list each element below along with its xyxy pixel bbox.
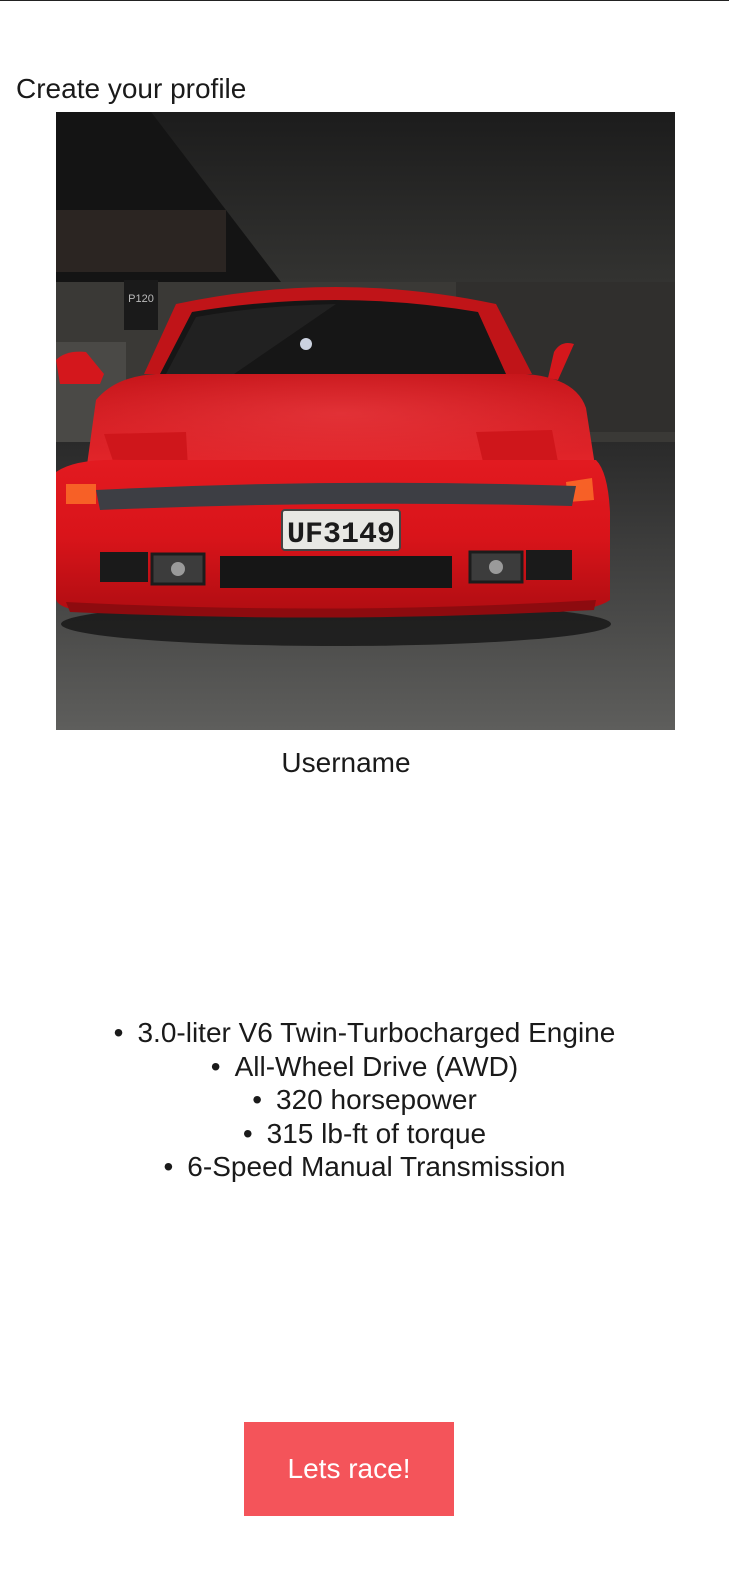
spec-list: 3.0-liter V6 Twin-Turbocharged Engine Al… bbox=[0, 1016, 729, 1184]
top-divider bbox=[0, 0, 729, 1]
lets-race-button[interactable]: Lets race! bbox=[244, 1422, 454, 1516]
spec-item: 315 lb-ft of torque bbox=[0, 1117, 729, 1151]
username-label: Username bbox=[281, 747, 411, 778]
license-plate-text: UF3149 bbox=[287, 518, 395, 552]
spec-item: 320 horsepower bbox=[0, 1083, 729, 1117]
spec-item: 3.0-liter V6 Twin-Turbocharged Engine bbox=[0, 1016, 729, 1050]
spec-item: 6-Speed Manual Transmission bbox=[0, 1150, 729, 1184]
page-title: Create your profile bbox=[16, 73, 247, 104]
car-photo: P120 UF3149 bbox=[56, 112, 675, 730]
parking-sign-text: P120 bbox=[128, 293, 154, 305]
spec-item: All-Wheel Drive (AWD) bbox=[0, 1050, 729, 1084]
profile-page: Create your profile P120 UF3149 Username… bbox=[0, 0, 729, 1590]
